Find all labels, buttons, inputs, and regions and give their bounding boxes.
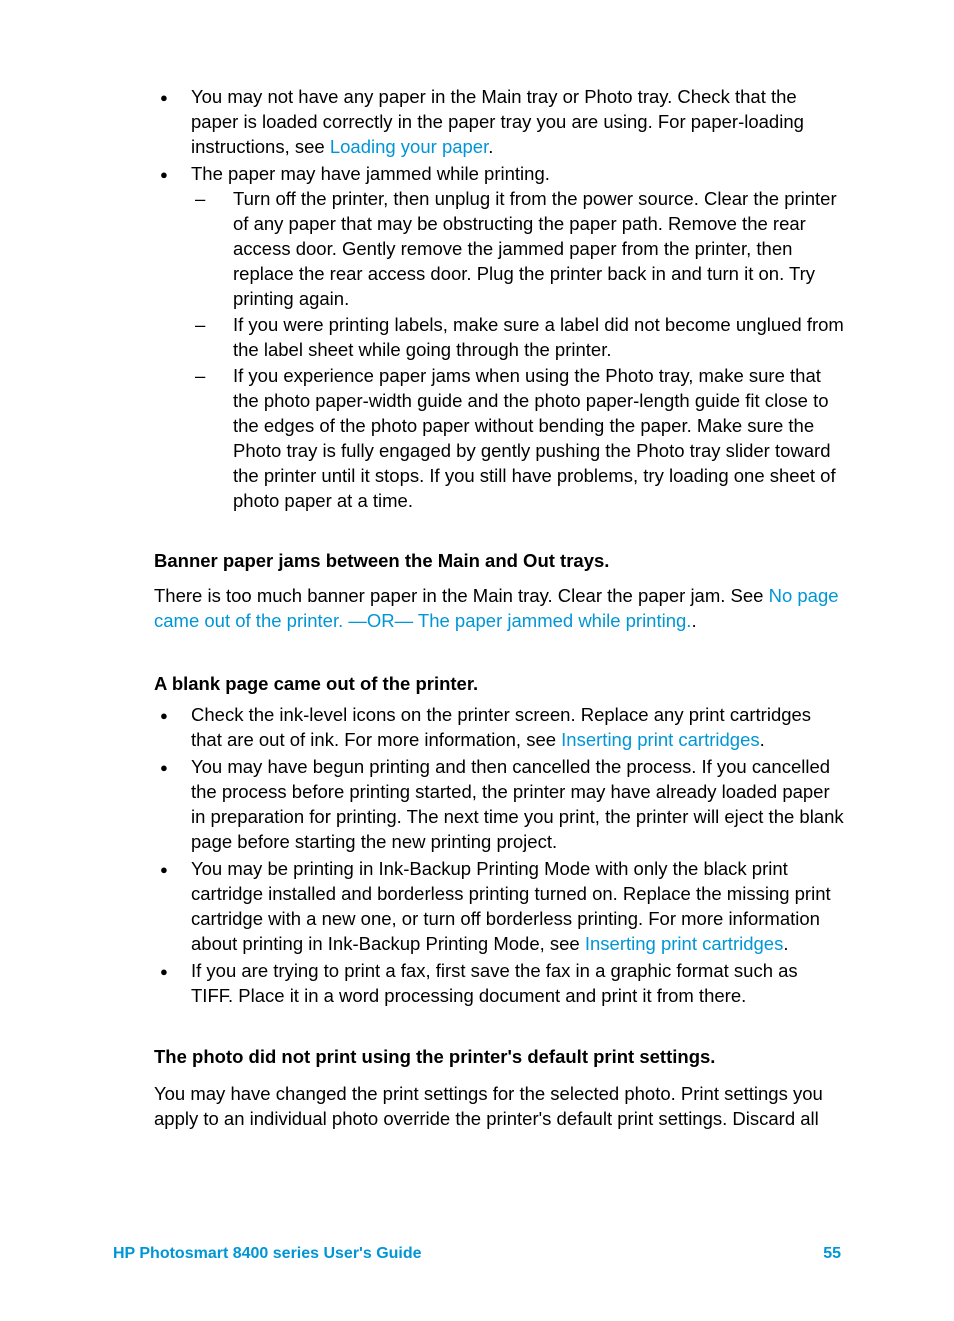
heading-default-settings: The photo did not print using the printe… bbox=[154, 1045, 844, 1070]
body-text: . bbox=[691, 610, 696, 631]
body-text: . bbox=[760, 729, 765, 750]
top-bullet-list: You may not have any paper in the Main t… bbox=[154, 85, 844, 513]
body-text: . bbox=[488, 136, 493, 157]
bullet-item: If you are trying to print a fax, first … bbox=[154, 959, 844, 1009]
heading-banner-jams: Banner paper jams between the Main and O… bbox=[154, 549, 844, 574]
bullet-item: The paper may have jammed while printing… bbox=[154, 162, 844, 514]
page-content: You may not have any paper in the Main t… bbox=[0, 0, 954, 1132]
bullet-item: You may have begun printing and then can… bbox=[154, 755, 844, 855]
body-text: You may not have any paper in the Main t… bbox=[191, 86, 804, 157]
heading-blank-page: A blank page came out of the printer. bbox=[154, 672, 844, 697]
dash-item: Turn off the printer, then unplug it fro… bbox=[191, 187, 844, 312]
body-text: You may have begun printing and then can… bbox=[191, 756, 844, 852]
link-inserting-cartridges-2[interactable]: Inserting print cartridges bbox=[585, 933, 783, 954]
sub-dash-list: Turn off the printer, then unplug it fro… bbox=[191, 187, 844, 514]
body-text: . bbox=[783, 933, 788, 954]
dash-item: If you were printing labels, make sure a… bbox=[191, 313, 844, 363]
dash-item: If you experience paper jams when using … bbox=[191, 364, 844, 514]
page-footer: HP Photosmart 8400 series User's Guide 5… bbox=[0, 1243, 954, 1265]
paragraph: You may have changed the print settings … bbox=[154, 1082, 844, 1132]
bullet-item: You may not have any paper in the Main t… bbox=[154, 85, 844, 160]
link-loading-paper[interactable]: Loading your paper bbox=[330, 136, 488, 157]
body-text: Turn off the printer, then unplug it fro… bbox=[233, 188, 837, 309]
body-text: If you were printing labels, make sure a… bbox=[233, 314, 844, 360]
bullet-item: Check the ink-level icons on the printer… bbox=[154, 703, 844, 753]
blank-page-list: Check the ink-level icons on the printer… bbox=[154, 703, 844, 1009]
footer-page-number: 55 bbox=[823, 1243, 841, 1265]
body-text: There is too much banner paper in the Ma… bbox=[154, 585, 769, 606]
paragraph: There is too much banner paper in the Ma… bbox=[154, 584, 844, 634]
body-text: If you are trying to print a fax, first … bbox=[191, 960, 798, 1006]
body-text: You may have changed the print settings … bbox=[154, 1083, 823, 1129]
link-inserting-cartridges-1[interactable]: Inserting print cartridges bbox=[561, 729, 759, 750]
body-text: If you experience paper jams when using … bbox=[233, 365, 836, 511]
footer-doc-title: HP Photosmart 8400 series User's Guide bbox=[113, 1243, 422, 1265]
body-text: The paper may have jammed while printing… bbox=[191, 163, 550, 184]
bullet-item: You may be printing in Ink-Backup Printi… bbox=[154, 857, 844, 957]
